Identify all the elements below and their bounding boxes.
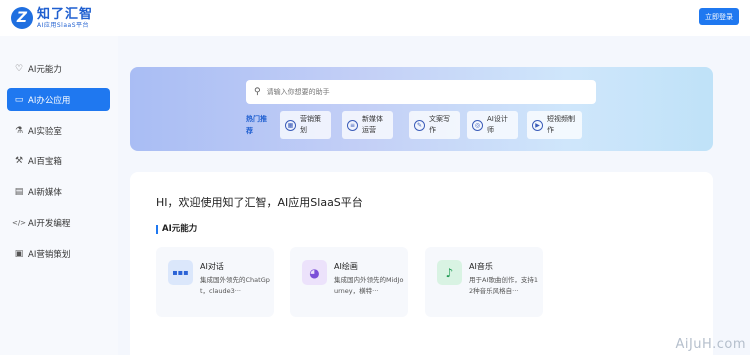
sidebar-item-ai-abilities[interactable]: ♡ AI元能力 (7, 57, 110, 80)
hero-banner: ⚲ 热门推荐 ▦ 营销策划 ≡ 新媒体运营 ✎ 文案写作 ◎ AI设计师 ▶ 短… (130, 67, 713, 151)
hot-item-designer[interactable]: ◎ AI设计师 (467, 111, 518, 139)
sidebar-item-label: AI实验室 (28, 126, 62, 137)
pen-icon: ✎ (414, 119, 425, 131)
search-box[interactable]: ⚲ (246, 80, 596, 104)
media-icon: ≡ (347, 119, 358, 131)
marketing-icon: ▦ (285, 119, 296, 131)
card-desc: 用于AI歌曲创作，支持12种音乐风格自··· (469, 276, 538, 295)
sidebar-item-label: AI元能力 (28, 64, 62, 75)
sidebar-item-ai-office[interactable]: ▭ AI办公应用 (7, 88, 110, 111)
media-icon: ▤ (14, 186, 24, 197)
search-input[interactable] (266, 88, 567, 96)
music-icon: ♪ (437, 260, 462, 285)
top-header: Z 知了汇智 AI应用SlaaS平台 立即登录 (0, 0, 750, 36)
hot-item-copywriting[interactable]: ✎ 文案写作 (409, 111, 460, 139)
sidebar-item-ai-toolbox[interactable]: ⚒ AI百宝箱 (7, 149, 110, 172)
hot-item-label: AI设计师 (487, 115, 508, 134)
sidebar-item-ai-dev[interactable]: </> AI开发编程 (7, 211, 110, 234)
sidebar-item-label: AI办公应用 (28, 95, 71, 106)
card-desc: 集成国内外领先的MidJourney，横特··· (334, 276, 404, 295)
logo-title: 知了汇智 (37, 6, 94, 22)
hot-recommend-label: 热门推荐 (246, 115, 267, 135)
logo-subtitle: AI应用SlaaS平台 (37, 21, 90, 29)
sidebar-item-label: AI新媒体 (28, 187, 62, 198)
logo-mark-icon: Z (11, 7, 33, 29)
flask-icon: ⚗ (14, 125, 24, 136)
card-title: AI音乐 (469, 262, 493, 271)
lightbulb-icon: ♡ (14, 63, 24, 74)
code-icon: </> (11, 218, 27, 227)
design-icon: ◎ (472, 119, 483, 131)
sidebar-item-label: AI开发编程 (28, 218, 71, 229)
video-icon: ▶ (532, 119, 543, 131)
search-icon: ⚲ (254, 87, 261, 97)
sidebar-item-ai-media[interactable]: ▤ AI新媒体 (7, 180, 110, 203)
card-ai-chat[interactable]: ▪▪▪ AI对话 集成国外领先的ChatGpt，claude3··· (156, 247, 274, 317)
sidebar: ♡ AI元能力 ▭ AI办公应用 ⚗ AI实验室 ⚒ AI百宝箱 ▤ AI新媒体… (0, 36, 118, 355)
sidebar-item-ai-marketing[interactable]: ▣ AI营销策划 (7, 242, 110, 265)
marketing-icon: ▣ (14, 248, 24, 259)
chat-icon: ▪▪▪ (168, 260, 193, 285)
card-title: AI对话 (200, 262, 224, 271)
hot-item-label: 营销策划 (300, 115, 321, 134)
sidebar-item-label: AI百宝箱 (28, 156, 62, 167)
logo-text: 知了汇智 AI应用SlaaS平台 (37, 8, 93, 29)
card-desc: 集成国外领先的ChatGpt，claude3··· (200, 276, 270, 295)
palette-icon: ◕ (302, 260, 327, 285)
hot-item-short-video[interactable]: ▶ 短视频制作 (527, 111, 582, 139)
hot-item-label: 短视频制作 (547, 115, 575, 134)
main-panel: HI，欢迎使用知了汇智，AI应用SlaaS平台 AI元能力 ▪▪▪ AI对话 集… (130, 172, 713, 355)
card-ai-music[interactable]: ♪ AI音乐 用于AI歌曲创作，支持12种音乐风格自··· (425, 247, 543, 317)
sidebar-item-label: AI营销策划 (28, 249, 71, 260)
login-button[interactable]: 立即登录 (699, 8, 739, 25)
logo[interactable]: Z 知了汇智 AI应用SlaaS平台 (11, 7, 93, 29)
watermark: AiJuH.com (675, 337, 746, 352)
sidebar-item-ai-lab[interactable]: ⚗ AI实验室 (7, 119, 110, 142)
welcome-heading: HI，欢迎使用知了汇智，AI应用SlaaS平台 (156, 196, 363, 209)
wrench-icon: ⚒ (14, 155, 24, 166)
hot-item-marketing[interactable]: ▦ 营销策划 (280, 111, 331, 139)
card-title: AI绘画 (334, 262, 358, 271)
hot-item-label: 新媒体运营 (362, 115, 383, 134)
card-ai-painting[interactable]: ◕ AI绘画 集成国内外领先的MidJourney，横特··· (290, 247, 408, 317)
hot-item-new-media[interactable]: ≡ 新媒体运营 (342, 111, 393, 139)
section-title: AI元能力 (156, 225, 197, 234)
office-icon: ▭ (14, 94, 24, 105)
hot-item-label: 文案写作 (429, 115, 450, 134)
